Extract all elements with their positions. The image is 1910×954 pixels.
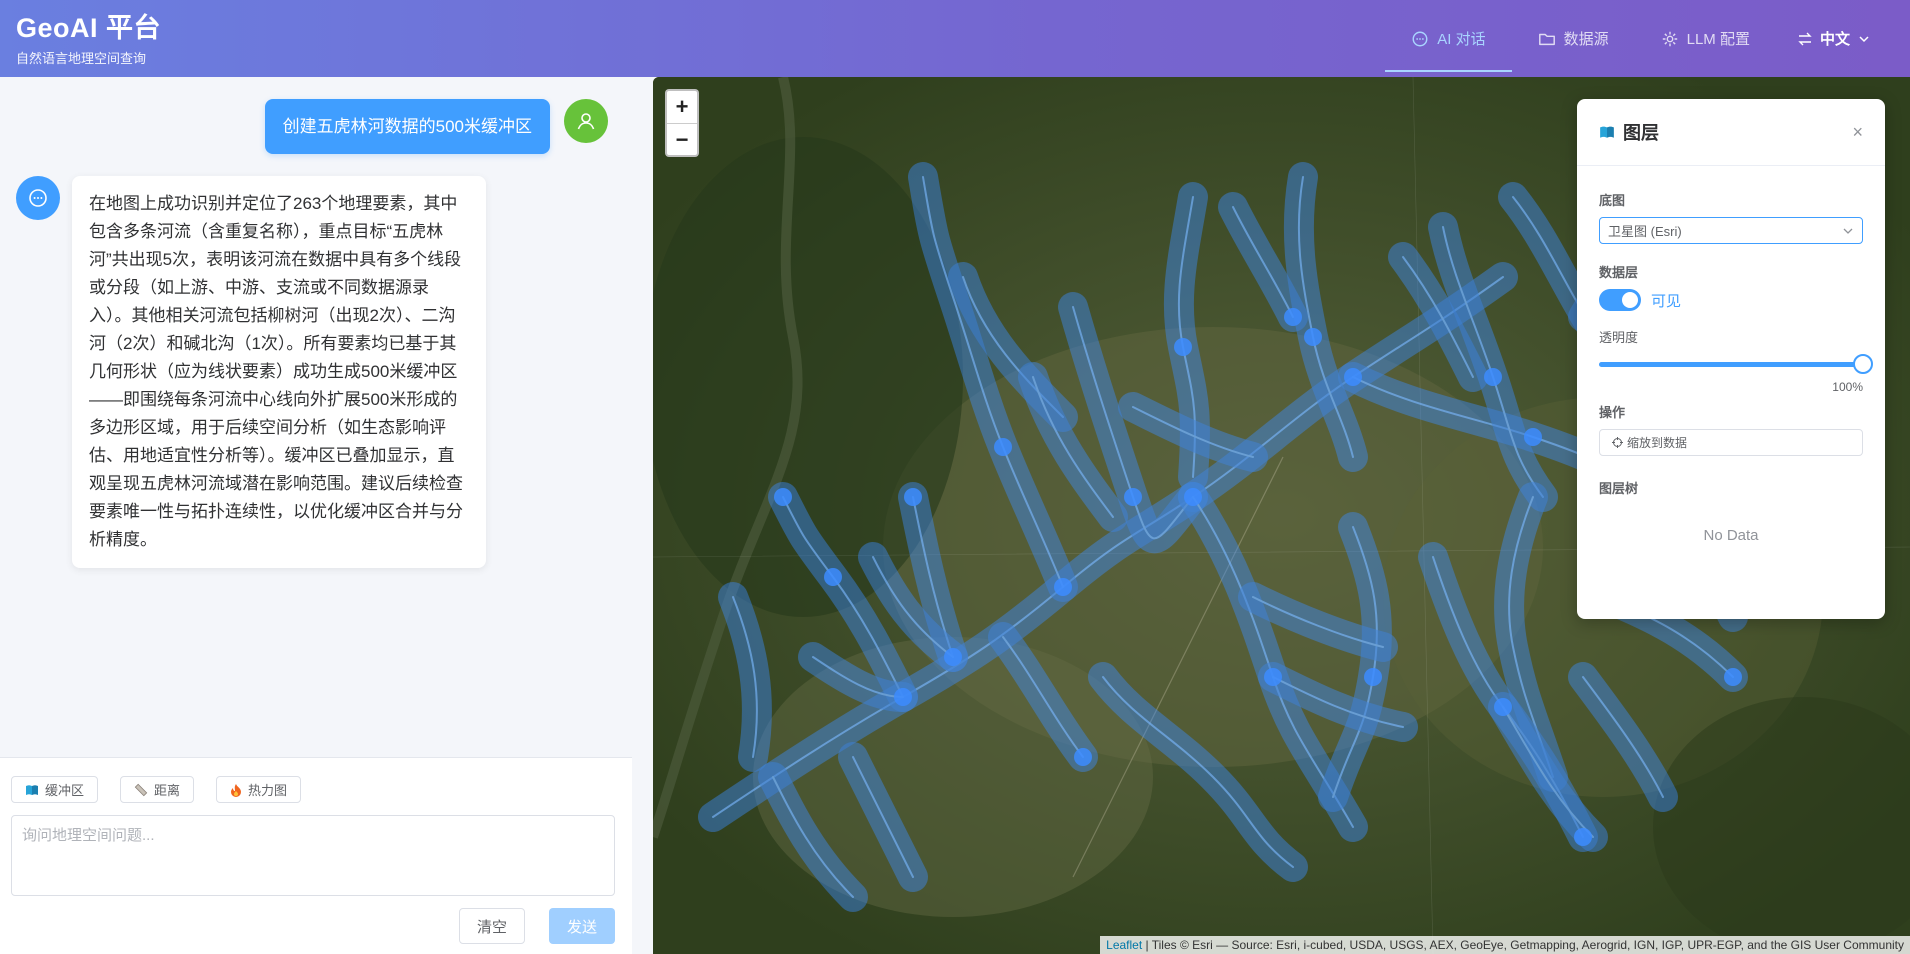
- swap-icon: [1798, 32, 1812, 45]
- visibility-label: 可见: [1651, 292, 1682, 310]
- buffer-node: [1574, 828, 1592, 846]
- nav-llm-config[interactable]: LLM 配置: [1635, 0, 1776, 77]
- nav-ai-chat[interactable]: AI 对话: [1385, 0, 1512, 77]
- basemap-label: 底图: [1599, 193, 1626, 208]
- opacity-label: 透明度: [1599, 330, 1639, 345]
- layer-tree-empty: No Data: [1703, 527, 1759, 544]
- layer-panel: 图层 × 底图 卫星图 (Esri) 数据层 可见 透明度 100% 操作 缩放…: [1577, 99, 1885, 619]
- opacity-slider-handle[interactable]: [1853, 354, 1873, 374]
- buffer-node: [1174, 338, 1192, 356]
- buffer-node: [1264, 668, 1282, 686]
- zoom-to-data-button[interactable]: 缩放到数据: [1599, 429, 1863, 456]
- opacity-slider-fill: [1599, 362, 1863, 367]
- leaflet-link[interactable]: Leaflet: [1106, 938, 1142, 952]
- gear-icon: [1662, 31, 1677, 46]
- main-nav: AI 对话 数据源 LLM 配置 中文: [1385, 0, 1910, 77]
- buffer-node: [1124, 488, 1142, 506]
- basemap-select[interactable]: 卫星图 (Esri): [1599, 217, 1863, 244]
- zoom-to-data-label: 缩放到数据: [1627, 436, 1688, 450]
- layer-panel-header: 图层 ×: [1577, 99, 1885, 166]
- buffer-button[interactable]: 缓冲区: [11, 776, 99, 803]
- buffer-node: [1054, 578, 1072, 596]
- app-subtitle: 自然语言地理空间查询: [16, 51, 147, 66]
- map-attribution: Leaflet | Tiles © Esri — Source: Esri, i…: [1100, 936, 1910, 954]
- layer-tree-label: 图层树: [1599, 481, 1639, 496]
- buffer-node: [824, 568, 842, 586]
- zoom-control: + −: [665, 89, 699, 157]
- ai-message: 在地图上成功识别并定位了263个地理要素，其中包含多条河流（含重复名称），重点目…: [16, 176, 486, 568]
- target-icon: [1612, 437, 1623, 448]
- basemap-select-value: 卫星图 (Esri): [1608, 224, 1682, 239]
- buffer-node: [1484, 368, 1502, 386]
- ruler-icon: [134, 783, 148, 796]
- buffer-node: [774, 488, 792, 506]
- nav-datasource[interactable]: 数据源: [1512, 0, 1635, 77]
- buffer-node: [894, 688, 912, 706]
- fire-icon: [231, 783, 242, 797]
- opacity-value: 100%: [1832, 380, 1863, 394]
- ai-message-bubble: 在地图上成功识别并定位了263个地理要素，其中包含多条河流（含重复名称），重点目…: [72, 176, 486, 568]
- buffer-node: [1074, 748, 1092, 766]
- datalayer-label: 数据层: [1599, 265, 1639, 280]
- question-input[interactable]: [11, 815, 615, 896]
- chat-input-area: 缓冲区 距离 热力图 清空 发送: [0, 757, 632, 954]
- nav-datasource-label: 数据源: [1563, 31, 1609, 48]
- user-message: 创建五虎林河数据的500米缓冲区: [264, 99, 608, 154]
- language-switcher[interactable]: 中文: [1776, 0, 1910, 77]
- layer-panel-title: 图层: [1599, 119, 1659, 145]
- app-title: GeoAI 平台: [16, 13, 162, 43]
- top-header: GeoAI 平台 自然语言地理空间查询 AI 对话 数据源 LLM 配置 中文: [0, 0, 1910, 77]
- chat-panel: 创建五虎林河数据的500米缓冲区 在地图上成功识别并定位了263个地理要素，其中…: [0, 77, 632, 954]
- user-icon: [577, 113, 595, 130]
- actions-label: 操作: [1599, 405, 1626, 420]
- chevron-down-icon: [1859, 35, 1869, 42]
- book-icon: [1600, 126, 1614, 138]
- visibility-toggle[interactable]: [1599, 289, 1641, 311]
- buffer-node: [994, 438, 1012, 456]
- book-icon: [26, 784, 38, 795]
- quick-actions: 缓冲区 距离 热力图: [11, 776, 302, 803]
- heatmap-button[interactable]: 热力图: [216, 776, 302, 803]
- buffer-node: [1364, 668, 1382, 686]
- send-button[interactable]: 发送: [549, 908, 615, 944]
- opacity-slider[interactable]: [1599, 354, 1873, 374]
- buffer-node: [1494, 698, 1512, 716]
- nav-ai-chat-label: AI 对话: [1437, 31, 1486, 48]
- close-icon[interactable]: ×: [1852, 122, 1863, 143]
- buffer-node: [1724, 668, 1742, 686]
- user-avatar: [564, 99, 608, 143]
- app-root: GeoAI 平台 自然语言地理空间查询 AI 对话 数据源 LLM 配置 中文: [0, 0, 1910, 954]
- distance-button-label: 距离: [154, 783, 181, 798]
- chevron-down-icon: [1843, 228, 1853, 234]
- language-label: 中文: [1819, 31, 1850, 48]
- buffer-node: [1184, 488, 1202, 506]
- nav-llm-config-label: LLM 配置: [1686, 31, 1750, 48]
- ai-avatar: [16, 176, 60, 220]
- folder-icon: [1538, 33, 1555, 45]
- buffer-node: [1304, 328, 1322, 346]
- layer-panel-body: 底图 卫星图 (Esri) 数据层 可见 透明度 100% 操作 缩放到数据 图…: [1577, 166, 1885, 558]
- buffer-button-label: 缓冲区: [45, 783, 85, 798]
- user-message-bubble: 创建五虎林河数据的500米缓冲区: [264, 99, 550, 154]
- visibility-row: 可见: [1599, 289, 1863, 311]
- zoom-out-button[interactable]: −: [667, 123, 697, 155]
- zoom-in-button[interactable]: +: [667, 91, 697, 123]
- attribution-text: | Tiles © Esri — Source: Esri, i-cubed, …: [1142, 938, 1904, 952]
- clear-button[interactable]: 清空: [459, 908, 525, 944]
- chat-bubble-icon: [29, 189, 47, 207]
- buffer-node: [1284, 308, 1302, 326]
- buffer-node: [904, 488, 922, 506]
- chat-icon: [1412, 31, 1428, 46]
- buffer-node: [1344, 368, 1362, 386]
- heatmap-button-label: 热力图: [248, 783, 288, 798]
- buffer-node: [944, 648, 962, 666]
- layer-panel-title-text: 图层: [1623, 123, 1659, 143]
- distance-button[interactable]: 距离: [120, 776, 195, 803]
- brand: GeoAI 平台 自然语言地理空间查询: [16, 12, 161, 67]
- buffer-node: [1524, 428, 1542, 446]
